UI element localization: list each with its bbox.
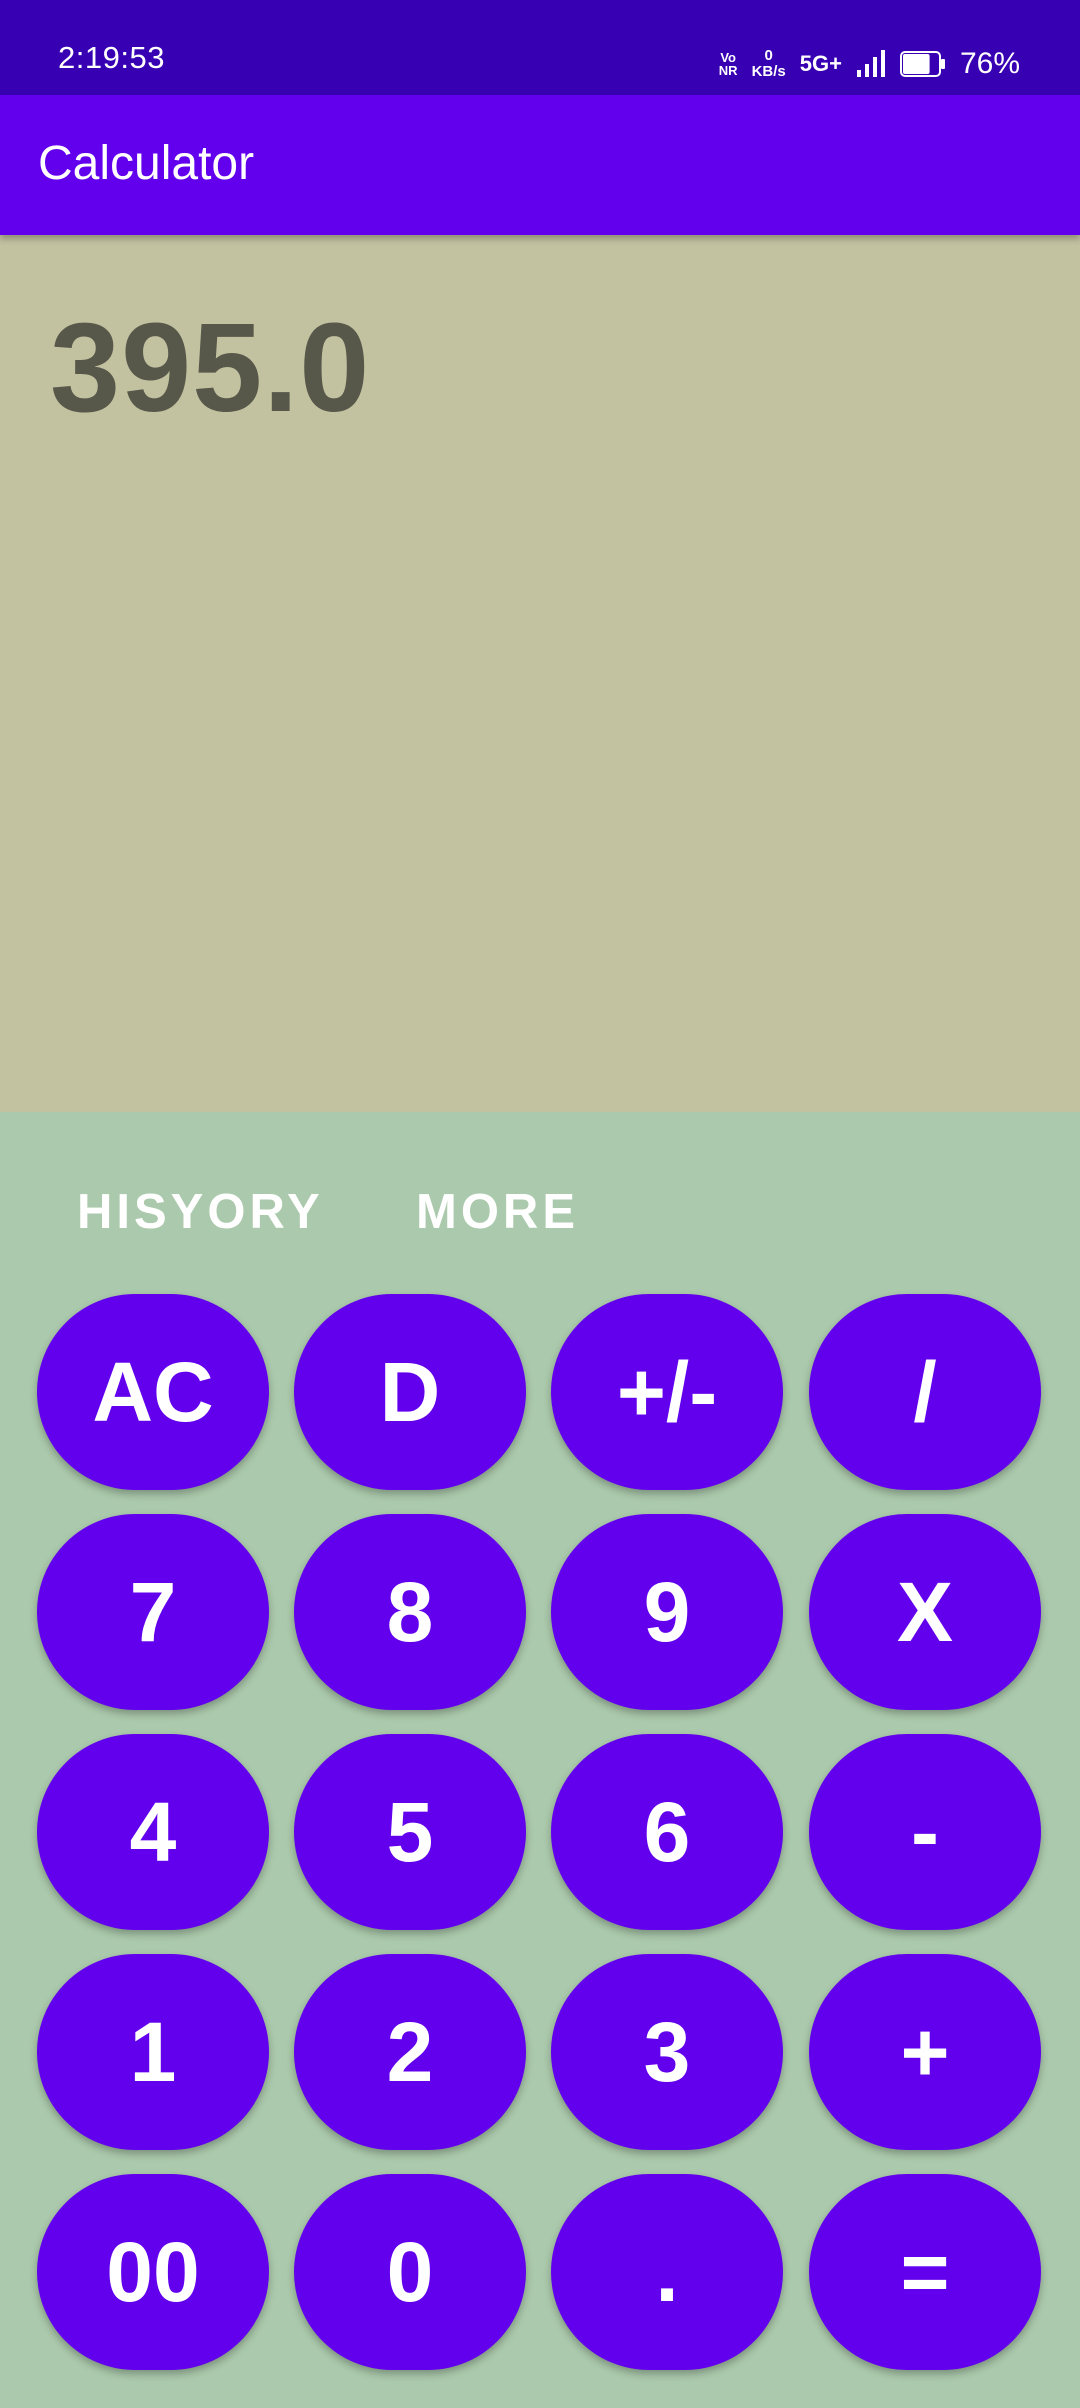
network-speed: 0 KB/s — [752, 48, 786, 80]
equals-button[interactable]: = — [809, 2174, 1041, 2370]
keypad-area: HISYORY MORE AC D +/- / 7 8 9 X 4 5 6 - … — [0, 1112, 1080, 2408]
status-bar: 2:19:53 Vo NR 0 KB/s 5G+ 76% — [0, 0, 1080, 95]
sign-toggle-button[interactable]: +/- — [551, 1294, 783, 1490]
app-bar: Calculator — [0, 95, 1080, 235]
display-value: 395.0 — [50, 297, 371, 438]
network-speed-value: 0 — [764, 47, 773, 64]
digit-2-button[interactable]: 2 — [294, 1954, 526, 2150]
digit-6-button[interactable]: 6 — [551, 1734, 783, 1930]
volte-icon: Vo NR — [719, 51, 738, 77]
more-button[interactable]: MORE — [416, 1188, 579, 1237]
multiply-button[interactable]: X — [809, 1514, 1041, 1710]
status-time: 2:19:53 — [58, 40, 165, 75]
all-clear-button[interactable]: AC — [37, 1294, 269, 1490]
digit-5-button[interactable]: 5 — [294, 1734, 526, 1930]
digit-0-button[interactable]: 0 — [294, 2174, 526, 2370]
decimal-button[interactable]: . — [551, 2174, 783, 2370]
delete-button[interactable]: D — [294, 1294, 526, 1490]
volte-bottom-label: NR — [718, 63, 738, 78]
digit-7-button[interactable]: 7 — [37, 1514, 269, 1710]
digit-4-button[interactable]: 4 — [37, 1734, 269, 1930]
plus-button[interactable]: + — [809, 1954, 1041, 2150]
app-title: Calculator — [38, 137, 255, 190]
digit-3-button[interactable]: 3 — [551, 1954, 783, 2150]
signal-icon — [856, 50, 886, 78]
battery-icon — [899, 51, 946, 77]
digit-8-button[interactable]: 8 — [294, 1514, 526, 1710]
divide-button[interactable]: / — [809, 1294, 1041, 1490]
digit-1-button[interactable]: 1 — [37, 1954, 269, 2150]
result-display: 395.0 — [0, 235, 1080, 1112]
network-speed-unit: KB/s — [751, 63, 786, 80]
double-zero-button[interactable]: 00 — [37, 2174, 269, 2370]
status-indicators: Vo NR 0 KB/s 5G+ 76% — [719, 44, 1020, 84]
history-button[interactable]: HISYORY — [77, 1188, 324, 1237]
digit-9-button[interactable]: 9 — [551, 1514, 783, 1710]
network-type: 5G+ — [799, 51, 842, 76]
battery-percent: 76% — [959, 47, 1020, 80]
minus-button[interactable]: - — [809, 1734, 1041, 1930]
